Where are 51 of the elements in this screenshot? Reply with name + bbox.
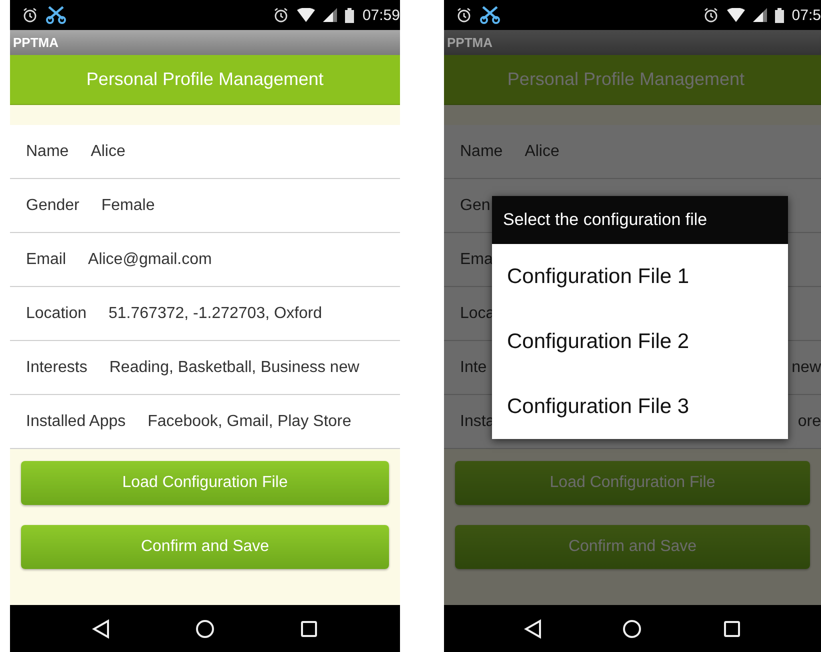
app-title: PPTMA — [13, 35, 58, 50]
action-button[interactable]: Load Configuration File — [21, 461, 389, 505]
dialog-title: Select the configuration file — [492, 196, 788, 244]
field-label: Interests — [26, 358, 88, 376]
field-value: ore — [798, 412, 821, 430]
alarm-clock-icon — [702, 7, 719, 23]
wifi-icon — [297, 8, 316, 22]
field-value: Alice — [90, 142, 126, 160]
field-value: 51.767372, -1.272703, Oxford — [108, 304, 322, 322]
alarm-clock-icon — [273, 7, 290, 23]
field-label: Installed Apps — [26, 412, 126, 430]
field-label: Gender — [26, 196, 80, 214]
field-label: Ema — [460, 250, 493, 268]
field-label: Location — [26, 304, 86, 322]
signal-icon — [752, 8, 767, 22]
status-time: 07:59 — [362, 6, 400, 24]
field-label: Gen — [460, 196, 490, 214]
field-value: new — [792, 358, 821, 376]
scissors-icon — [46, 6, 66, 24]
dialog-option[interactable]: Configuration File 1 — [492, 244, 788, 309]
back-icon[interactable] — [524, 618, 542, 638]
home-icon[interactable] — [622, 618, 642, 638]
dialog-option[interactable]: Configuration File 3 — [492, 374, 788, 439]
back-icon[interactable] — [92, 618, 110, 638]
field-value: Facebook, Gmail, Play Store — [148, 412, 352, 430]
field-label: Name — [26, 142, 69, 160]
scissors-icon — [480, 6, 500, 24]
status-time: 07:5 — [792, 6, 821, 24]
home-icon[interactable] — [194, 618, 215, 638]
alarm-clock-icon — [456, 7, 472, 23]
header-title: Personal Profile Management — [86, 69, 324, 90]
field-value: Female — [101, 196, 155, 214]
recents-icon[interactable] — [722, 620, 741, 638]
header-title: Personal Profile Management — [507, 69, 745, 90]
alarm-clock-icon — [22, 7, 38, 23]
recents-icon[interactable] — [300, 620, 318, 638]
battery-icon — [774, 8, 784, 22]
app-title: PPTMA — [447, 35, 492, 50]
dialog-option[interactable]: Configuration File 2 — [492, 309, 788, 374]
field-label: Name — [460, 142, 503, 160]
wifi-icon — [726, 8, 745, 22]
field-value: Reading, Basketball, Business new — [109, 358, 360, 376]
field-label: Email — [26, 250, 66, 268]
field-value: Alice@gmail.com — [88, 250, 212, 268]
field-label: Inte — [460, 358, 487, 376]
field-value: Alice — [524, 142, 560, 160]
battery-icon — [345, 8, 354, 22]
action-button[interactable]: Confirm and Save — [455, 525, 810, 569]
signal-icon — [323, 8, 338, 22]
action-button[interactable]: Confirm and Save — [21, 525, 389, 569]
action-button[interactable]: Load Configuration File — [455, 461, 810, 505]
